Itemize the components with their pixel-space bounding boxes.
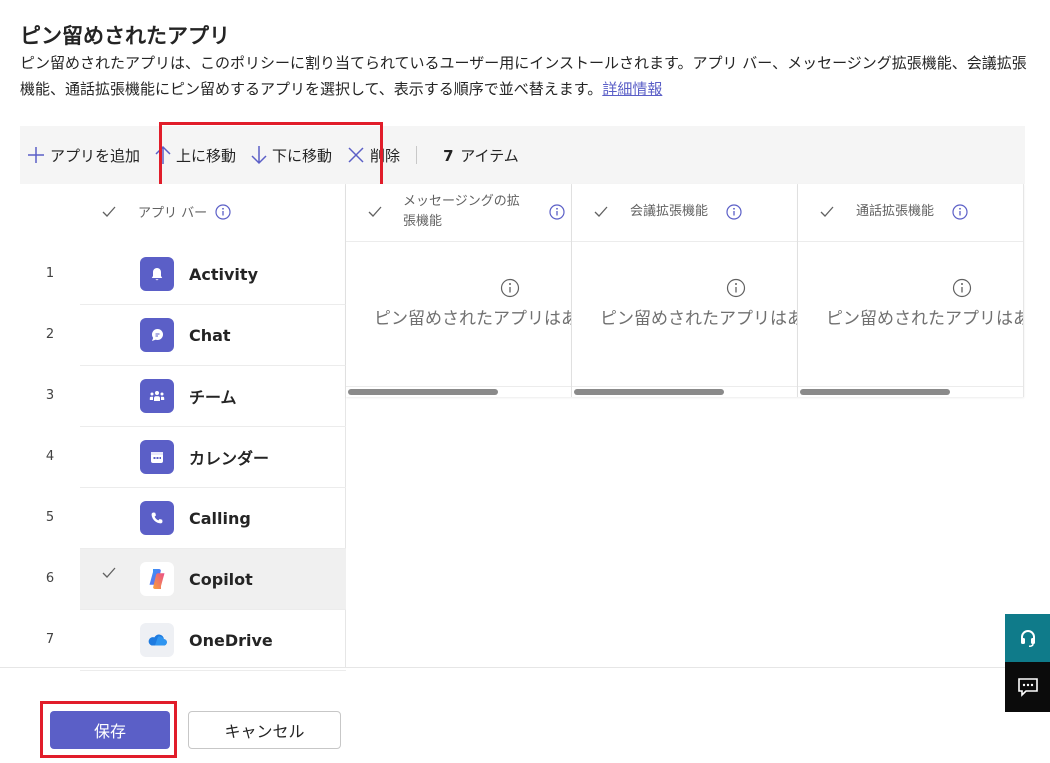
check-icon <box>820 206 834 217</box>
toolbar-divider <box>416 146 418 164</box>
add-app-button[interactable]: アプリを追加 <box>26 126 140 184</box>
app-row-onedrive[interactable]: OneDrive <box>80 610 346 671</box>
move-down-label: 下に移動 <box>272 146 333 165</box>
info-icon[interactable] <box>726 204 742 220</box>
calling-extensions-header[interactable]: 通話拡張機能 <box>798 184 1023 242</box>
empty-state-message: ピン留めされたアプリはあ <box>600 309 798 329</box>
app-row-teams[interactable]: チーム <box>80 366 346 427</box>
delete-button[interactable]: 削除 <box>346 126 400 184</box>
calendar-icon <box>140 440 174 474</box>
add-app-label: アプリを追加 <box>50 146 141 165</box>
bell-icon <box>140 257 174 291</box>
app-name: Copilot <box>189 569 253 589</box>
row-number: 7 <box>45 632 55 647</box>
check-icon <box>594 206 608 217</box>
row-number: 6 <box>45 571 55 586</box>
panel-divider <box>346 386 571 387</box>
horizontal-scrollbar[interactable] <box>348 389 498 395</box>
app-name: Activity <box>189 264 258 284</box>
phone-icon <box>140 501 174 535</box>
app-name: OneDrive <box>189 630 273 650</box>
check-icon <box>368 206 382 217</box>
info-icon <box>952 278 972 298</box>
panel-divider <box>572 386 797 387</box>
page-description: ピン留めされたアプリは、このポリシーに割り当てられているユーザー用にインストール… <box>20 50 1040 102</box>
close-icon <box>348 147 364 163</box>
app-name: Chat <box>189 325 231 345</box>
calling-extensions-panel[interactable]: 通話拡張機能 ピン留めされたアプリはあ <box>798 184 1024 397</box>
toolbar: アプリを追加 上に移動 下に移動 削除 7 アイテム <box>20 126 1025 184</box>
calling-extensions-label: 通話拡張機能 <box>856 204 935 219</box>
item-count: 7 アイテム <box>443 145 519 166</box>
check-icon <box>102 567 116 578</box>
headset-icon <box>1020 630 1035 648</box>
page-title: ピン留めされたアプリ <box>20 24 230 48</box>
panel-divider <box>798 386 1023 387</box>
meeting-extensions-label: 会議拡張機能 <box>630 204 709 219</box>
cancel-button[interactable]: キャンセル <box>188 711 341 749</box>
item-count-number: 7 <box>443 146 454 165</box>
save-button[interactable]: 保存 <box>50 711 170 749</box>
app-row-calling[interactable]: Calling <box>80 488 346 549</box>
row-number: 2 <box>45 327 55 342</box>
feedback-button[interactable] <box>1005 662 1050 712</box>
move-up-button[interactable]: 上に移動 <box>154 126 236 184</box>
copilot-icon <box>140 562 174 596</box>
learn-more-link[interactable]: 詳細情報 <box>602 80 662 98</box>
row-number: 1 <box>45 266 55 281</box>
info-icon[interactable] <box>215 203 231 220</box>
row-number: 3 <box>45 388 55 403</box>
arrow-down-icon <box>251 146 267 165</box>
app-bar-header-label: アプリ バー <box>138 206 208 221</box>
meeting-extensions-panel[interactable]: 会議拡張機能 ピン留めされたアプリはあ <box>572 184 798 397</box>
row-number: 4 <box>45 449 55 464</box>
horizontal-scrollbar[interactable] <box>574 389 724 395</box>
move-up-label: 上に移動 <box>176 146 237 165</box>
row-number: 5 <box>45 510 55 525</box>
app-row-activity[interactable]: Activity <box>80 244 346 305</box>
description-text: ピン留めされたアプリは、このポリシーに割り当てられているユーザー用にインストール… <box>20 54 1027 98</box>
empty-state-message: ピン留めされたアプリはあ <box>374 309 572 329</box>
app-bar-column: アプリ バー Activity Chat チーム カレンダー Calling C… <box>80 184 346 671</box>
messaging-extensions-panel[interactable]: メッセージングの拡 張機能 ピン留めされたアプリはあ <box>346 184 572 397</box>
app-bar-header[interactable]: アプリ バー <box>102 202 231 221</box>
app-row-calendar[interactable]: カレンダー <box>80 427 346 488</box>
delete-label: 削除 <box>370 146 401 165</box>
info-icon[interactable] <box>952 204 968 220</box>
info-icon <box>726 278 746 298</box>
help-button[interactable] <box>1005 614 1050 662</box>
teams-icon <box>140 379 174 413</box>
footer-divider <box>0 667 1050 668</box>
empty-state-message: ピン留めされたアプリはあ <box>826 309 1024 329</box>
arrow-up-icon <box>155 145 171 164</box>
app-row-chat[interactable]: Chat <box>80 305 346 366</box>
meeting-extensions-header[interactable]: 会議拡張機能 <box>572 184 797 242</box>
check-icon <box>102 206 116 217</box>
feedback-icon <box>1017 678 1038 697</box>
move-down-button[interactable]: 下に移動 <box>250 126 332 184</box>
app-name: カレンダー <box>189 449 270 468</box>
horizontal-scrollbar[interactable] <box>800 389 950 395</box>
app-name: チーム <box>189 388 237 407</box>
messaging-extensions-header[interactable]: メッセージングの拡 張機能 <box>346 184 571 242</box>
app-name: Calling <box>189 508 251 528</box>
messaging-extensions-label: メッセージングの拡 張機能 <box>403 194 520 229</box>
item-count-label: アイテム <box>460 146 519 165</box>
info-icon[interactable] <box>549 204 565 220</box>
app-row-copilot[interactable]: Copilot <box>80 549 346 610</box>
onedrive-cloud-icon <box>140 623 174 657</box>
info-icon <box>500 278 520 298</box>
chat-icon <box>140 318 174 352</box>
plus-icon <box>28 147 44 163</box>
